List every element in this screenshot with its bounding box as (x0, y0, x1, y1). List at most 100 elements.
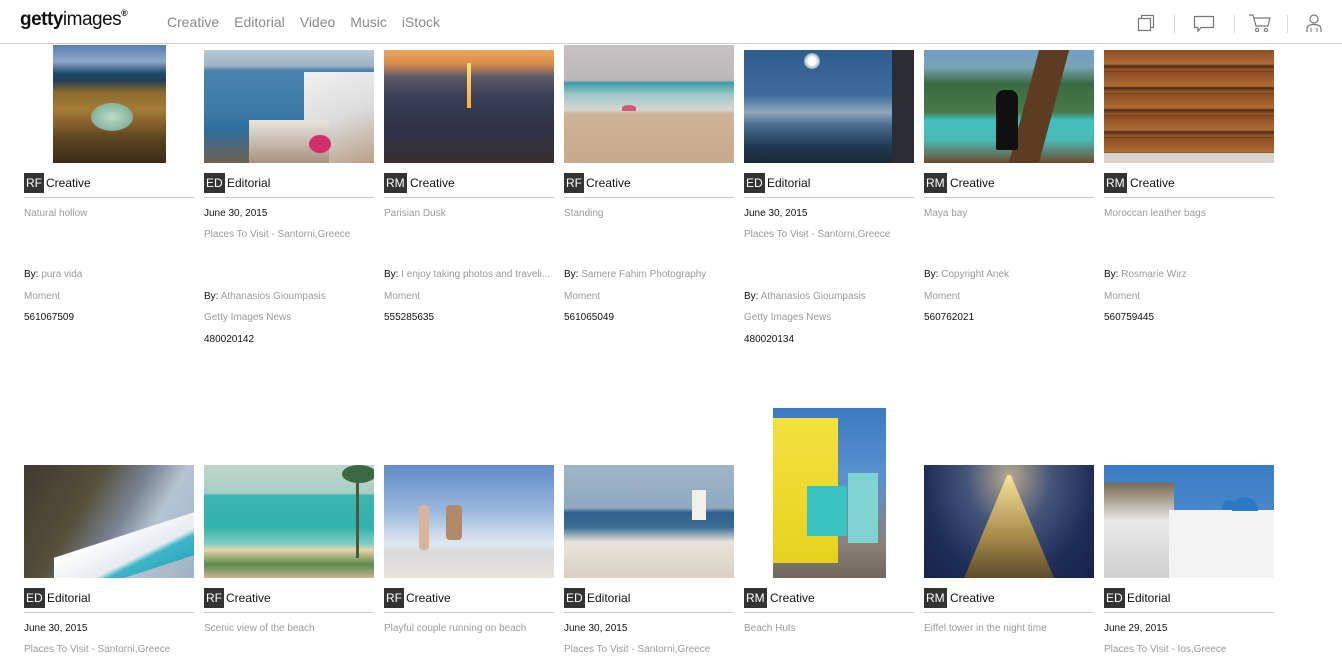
chat-icon[interactable] (1192, 12, 1215, 34)
license-row: RF Creative (24, 172, 194, 198)
license-type: Creative (586, 176, 631, 190)
date-created: June 30, 2015 (564, 623, 628, 634)
image-caption[interactable]: Places To Visit - Santorni,Greece (744, 229, 914, 240)
cart-icon[interactable] (1248, 12, 1271, 34)
thumb-detail (1104, 483, 1174, 578)
result-thumbnail[interactable] (384, 465, 554, 578)
image-id: 561065049 (564, 312, 615, 323)
nav-editorial[interactable]: Editorial (234, 14, 285, 30)
artist-line: By: Rosmarie Wirz (1104, 269, 1274, 280)
artist-name[interactable]: pura vida (41, 269, 82, 280)
artist-name[interactable]: Copyright Anek (941, 269, 1009, 280)
license-row: RM Creative (384, 172, 554, 198)
license-type: Creative (950, 591, 995, 605)
image-id: 480020134 (744, 334, 795, 345)
collection-name[interactable]: Moment (24, 291, 194, 302)
nav-istock[interactable]: iStock (402, 14, 440, 30)
thumb-detail (467, 63, 471, 108)
thumb-detail (309, 135, 331, 153)
collection-name[interactable]: Moment (924, 291, 1094, 302)
license-row: RM Creative (1104, 172, 1274, 198)
artist-name[interactable]: Samere Fahim Photography (581, 269, 706, 280)
license-type: Editorial (227, 176, 271, 190)
license-badge: RF (564, 173, 584, 193)
thumb-detail (342, 465, 374, 483)
logo-registered-mark: ® (121, 7, 128, 18)
nav-music[interactable]: Music (350, 14, 387, 30)
license-badge: RF (24, 173, 44, 193)
collection-name[interactable]: Moment (1104, 291, 1274, 302)
artist-name[interactable]: Rosmarie Wirz (1121, 269, 1187, 280)
result-thumbnail[interactable] (384, 50, 554, 163)
license-badge: RM (924, 173, 947, 193)
collection-name[interactable]: Moment (384, 291, 554, 302)
thumb-detail (848, 473, 878, 543)
image-title[interactable]: Beach Huts (744, 623, 914, 634)
header-divider (1234, 15, 1235, 33)
result-thumbnail[interactable] (924, 50, 1094, 163)
image-title[interactable]: Playful couple running on beach (384, 623, 554, 634)
gettyimages-logo[interactable]: gettyimages® (20, 7, 128, 31)
thumb-detail (1104, 153, 1274, 163)
result-thumbnail[interactable] (24, 465, 194, 578)
collection-name[interactable]: Getty Images News (204, 312, 374, 323)
license-row: RM Creative (924, 172, 1094, 198)
license-type: Creative (46, 176, 91, 190)
artist-line: By: Copyright Anek (924, 269, 1094, 280)
result-thumbnail[interactable] (1104, 50, 1274, 163)
image-caption[interactable]: Places To Visit - Ios,Greece (1104, 644, 1274, 655)
thumb-detail (356, 473, 359, 558)
result-thumbnail[interactable] (564, 465, 734, 578)
nav-video[interactable]: Video (300, 14, 336, 30)
license-type: Creative (1130, 176, 1175, 190)
by-label: By: (744, 291, 759, 302)
collection-name[interactable]: Getty Images News (744, 312, 914, 323)
by-label: By: (384, 269, 399, 280)
thumb-detail (91, 103, 133, 131)
image-title[interactable]: Natural hollow (24, 208, 194, 219)
collection-name[interactable]: Moment (564, 291, 734, 302)
license-type: Creative (770, 591, 815, 605)
license-row: ED Editorial (24, 587, 194, 613)
image-title[interactable]: Eiffel tower in the night time (924, 623, 1094, 634)
artist-name[interactable]: Athanasios Gioumpasis (761, 291, 866, 302)
artist-line: By: I enjoy taking photos and traveli... (384, 269, 554, 280)
result-thumbnail[interactable] (773, 408, 886, 578)
image-title[interactable]: Moroccan leather bags (1104, 208, 1274, 219)
license-row: RM Creative (924, 587, 1094, 613)
license-badge: RM (744, 588, 767, 608)
license-type: Editorial (767, 176, 811, 190)
result-thumbnail[interactable] (564, 45, 734, 163)
artist-name[interactable]: I enjoy taking photos and traveli... (401, 269, 550, 280)
image-title[interactable]: Maya bay (924, 208, 1094, 219)
by-label: By: (924, 269, 939, 280)
result-thumbnail[interactable] (204, 50, 374, 163)
result-thumbnail[interactable] (204, 465, 374, 578)
result-thumbnail[interactable] (1104, 465, 1274, 578)
header-divider (1174, 15, 1175, 33)
license-type: Creative (410, 176, 455, 190)
result-thumbnail[interactable] (924, 465, 1094, 578)
nav-creative[interactable]: Creative (167, 14, 219, 30)
boards-icon[interactable] (1135, 12, 1157, 34)
result-thumbnail[interactable] (53, 45, 166, 163)
artist-line: By: Samere Fahim Photography (564, 269, 734, 280)
main-nav: Creative Editorial Video Music iStock (167, 14, 455, 30)
thumb-detail (692, 490, 706, 520)
image-title[interactable]: Standing (564, 208, 734, 219)
image-caption[interactable]: Places To Visit - Santorni,Greece (24, 644, 194, 655)
result-thumbnail[interactable] (744, 50, 914, 163)
license-badge: RF (384, 588, 404, 608)
artist-line: By: Athanasios Gioumpasis (744, 291, 914, 302)
thumb-detail (892, 50, 914, 163)
image-title[interactable]: Parisian Dusk (384, 208, 554, 219)
user-icon[interactable] (1303, 12, 1325, 34)
image-caption[interactable]: Places To Visit - Santorni,Greece (564, 644, 734, 655)
image-title[interactable]: Scenic view of the beach (204, 623, 374, 634)
artist-name[interactable]: Athanasios Gioumpasis (221, 291, 326, 302)
by-label: By: (204, 291, 219, 302)
license-badge: RF (204, 588, 224, 608)
image-caption[interactable]: Places To Visit - Santorni,Greece (204, 229, 374, 240)
license-type: Editorial (47, 591, 91, 605)
license-badge: ED (204, 173, 225, 193)
